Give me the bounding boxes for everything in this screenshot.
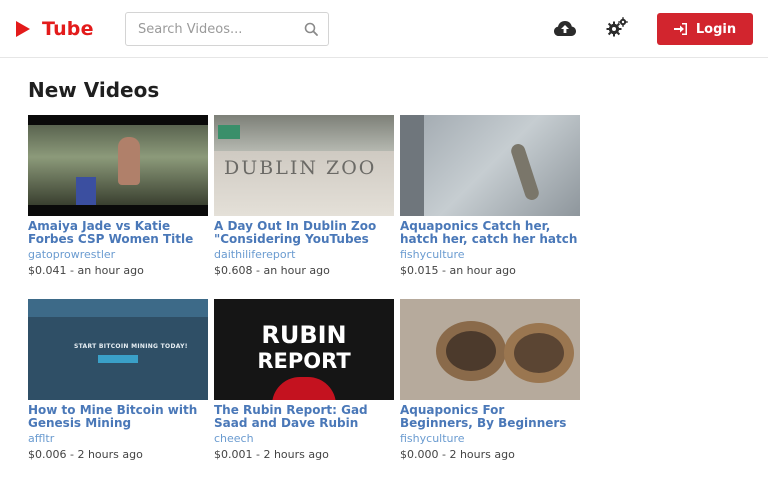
settings-gears-icon[interactable]	[605, 16, 629, 40]
video-author[interactable]: cheech	[214, 432, 394, 446]
video-thumbnail[interactable]	[400, 299, 580, 400]
video-thumbnail[interactable]: START BITCOIN MINING TODAY!	[28, 299, 208, 400]
section-title: New Videos	[28, 78, 160, 102]
video-card: Amaiya Jade vs Katie Forbes CSP Women Ti…	[28, 115, 208, 278]
video-author[interactable]: fishyculture	[400, 432, 580, 446]
video-meta: $0.000 - 2 hours ago	[400, 448, 515, 461]
brand-logo[interactable]: Tube	[16, 16, 94, 42]
video-meta: $0.608 - an hour ago	[214, 264, 330, 277]
video-meta: $0.006 - 2 hours ago	[28, 448, 143, 461]
video-card: Aquaponics Catch her, hatch her, catch h…	[400, 115, 580, 278]
video-title[interactable]: Aquaponics For Beginners, By Beginners	[400, 404, 580, 430]
login-icon	[673, 23, 687, 35]
video-card: START BITCOIN MINING TODAY! How to Mine …	[28, 299, 208, 462]
upload-cloud-icon[interactable]	[553, 18, 577, 38]
video-title[interactable]: Aquaponics Catch her, hatch her, catch h…	[400, 220, 580, 246]
video-meta: $0.001 - 2 hours ago	[214, 448, 329, 461]
video-author[interactable]: fishyculture	[400, 248, 580, 262]
video-title[interactable]: The Rubin Report: Gad Saad and Dave Rubi…	[214, 404, 394, 430]
thumbnail-banner-text: START BITCOIN MINING TODAY!	[74, 343, 188, 350]
video-thumbnail[interactable]	[400, 115, 580, 216]
video-author[interactable]: affltr	[28, 432, 208, 446]
video-title[interactable]: Amaiya Jade vs Katie Forbes CSP Women Ti…	[28, 220, 208, 246]
video-title[interactable]: How to Mine Bitcoin with Genesis Mining	[28, 404, 208, 430]
video-thumbnail[interactable]	[28, 115, 208, 216]
video-author[interactable]: daithilifereport	[214, 248, 394, 262]
video-card: DUBLIN ZOO A Day Out In Dublin Zoo "Cons…	[214, 115, 394, 278]
video-thumbnail[interactable]: DUBLIN ZOO	[214, 115, 394, 216]
thumbnail-logo-line2: REPORT	[257, 349, 351, 373]
thumbnail-sign-text: DUBLIN ZOO	[224, 157, 377, 179]
search-box	[125, 12, 329, 46]
top-nav-bar: Tube Search Videos... Login	[0, 0, 768, 58]
login-label: Login	[695, 21, 737, 37]
video-meta: $0.015 - an hour ago	[400, 264, 516, 277]
video-title[interactable]: A Day Out In Dublin Zoo "Considering You…	[214, 220, 394, 246]
search-icon[interactable]	[304, 22, 318, 36]
brand-name: Tube	[42, 18, 94, 40]
play-logo-icon	[16, 21, 30, 37]
video-author[interactable]: gatoprowrestler	[28, 248, 208, 262]
video-thumbnail[interactable]: RUBIN REPORT	[214, 299, 394, 400]
thumbnail-logo-line1: RUBIN	[261, 321, 347, 349]
login-button[interactable]: Login	[657, 13, 753, 45]
video-card: Aquaponics For Beginners, By Beginners f…	[400, 299, 580, 462]
video-card: RUBIN REPORT The Rubin Report: Gad Saad …	[214, 299, 394, 462]
search-input[interactable]	[126, 13, 296, 45]
video-meta: $0.041 - an hour ago	[28, 264, 144, 277]
